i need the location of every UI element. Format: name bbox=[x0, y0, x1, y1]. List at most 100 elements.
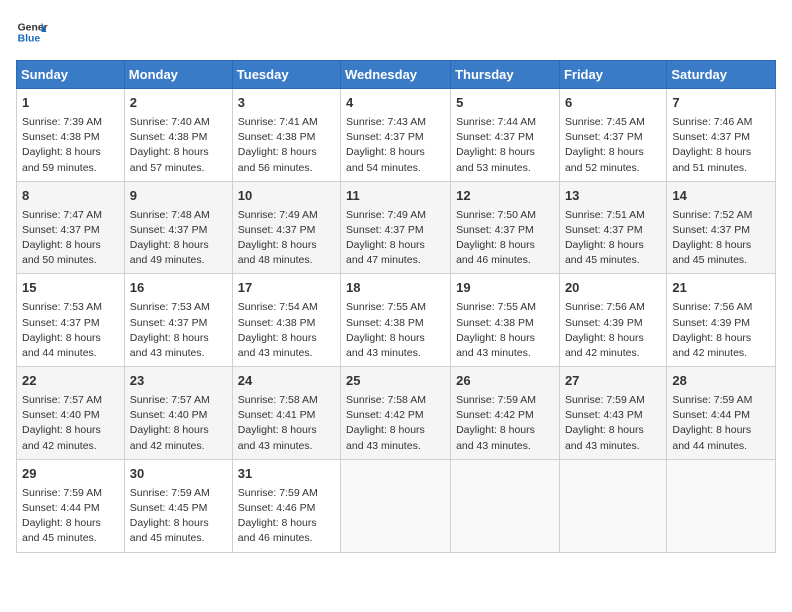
calendar-cell: 28 Sunrise: 7:59 AM Sunset: 4:44 PM Dayligh… bbox=[667, 367, 776, 460]
sunrise: Sunrise: 7:44 AM bbox=[456, 116, 536, 128]
daylight: Daylight: 8 hours and 43 minutes. bbox=[238, 332, 317, 359]
calendar-cell: 25Sunrise: 7:58 AMSunset: 4:42 PMDayligh… bbox=[341, 367, 451, 460]
calendar-cell: 2Sunrise: 7:40 AMSunset: 4:38 PMDaylight… bbox=[124, 89, 232, 182]
daylight: Daylight: 8 hours and 42 minutes. bbox=[22, 424, 101, 451]
sunset: Sunset: 4:43 PM bbox=[565, 409, 643, 421]
calendar-cell: 31Sunrise: 7:59 AMSunset: 4:46 PMDayligh… bbox=[232, 459, 340, 552]
weekday-header-friday: Friday bbox=[559, 61, 666, 89]
sunset: Sunset: 4:41 PM bbox=[238, 409, 316, 421]
calendar-cell: 24Sunrise: 7:58 AMSunset: 4:41 PMDayligh… bbox=[232, 367, 340, 460]
day-number: 11 bbox=[346, 187, 445, 206]
calendar-cell: 8Sunrise: 7:47 AMSunset: 4:37 PMDaylight… bbox=[17, 181, 125, 274]
sunrise: Sunrise: 7:49 AM bbox=[238, 209, 318, 221]
calendar-cell: 4Sunrise: 7:43 AMSunset: 4:37 PMDaylight… bbox=[341, 89, 451, 182]
sunset: Sunset: 4:46 PM bbox=[238, 502, 316, 514]
day-number: 2 bbox=[130, 94, 227, 113]
day-number: 14 bbox=[672, 187, 770, 206]
day-number: 22 bbox=[22, 372, 119, 391]
sunset: Sunset: 4:39 PM bbox=[565, 317, 643, 329]
sunrise: Sunrise: 7:56 AM bbox=[672, 301, 752, 313]
day-number: 9 bbox=[130, 187, 227, 206]
weekday-header-wednesday: Wednesday bbox=[341, 61, 451, 89]
day-number: 19 bbox=[456, 279, 554, 298]
calendar-cell: 30Sunrise: 7:59 AMSunset: 4:45 PMDayligh… bbox=[124, 459, 232, 552]
svg-text:Blue: Blue bbox=[18, 34, 41, 45]
day-number: 4 bbox=[346, 94, 445, 113]
sunset: Sunset: 4:44 PM bbox=[22, 502, 100, 514]
sunrise: Sunrise: 7:50 AM bbox=[456, 209, 536, 221]
calendar-week-3: 15Sunrise: 7:53 AMSunset: 4:37 PMDayligh… bbox=[17, 274, 776, 367]
day-number: 28 bbox=[672, 372, 770, 391]
sunset: Sunset: 4:38 PM bbox=[238, 317, 316, 329]
day-number: 12 bbox=[456, 187, 554, 206]
sunrise: Sunrise: 7:39 AM bbox=[22, 116, 102, 128]
sunrise: Sunrise: 7:59 AM bbox=[238, 487, 318, 499]
calendar-cell bbox=[667, 459, 776, 552]
day-number: 7 bbox=[672, 94, 770, 113]
calendar-cell: 5Sunrise: 7:44 AMSunset: 4:37 PMDaylight… bbox=[451, 89, 560, 182]
daylight: Daylight: 8 hours and 44 minutes. bbox=[672, 424, 751, 451]
sunset: Sunset: 4:38 PM bbox=[238, 131, 316, 143]
daylight: Daylight: 8 hours and 43 minutes. bbox=[346, 332, 425, 359]
weekday-header-sunday: Sunday bbox=[17, 61, 125, 89]
sunset: Sunset: 4:38 PM bbox=[456, 317, 534, 329]
day-number: 1 bbox=[22, 94, 119, 113]
calendar-week-1: 1 Sunrise: 7:39 AM Sunset: 4:38 PM Daylight… bbox=[17, 89, 776, 182]
day-number: 23 bbox=[130, 372, 227, 391]
sunset: Sunset: 4:42 PM bbox=[346, 409, 424, 421]
sunset: Sunset: 4:40 PM bbox=[22, 409, 100, 421]
daylight: Daylight: 8 hours and 45 minutes. bbox=[672, 239, 751, 266]
day-number: 6 bbox=[565, 94, 661, 113]
day-number: 24 bbox=[238, 372, 335, 391]
sunrise: Sunrise: 7:47 AM bbox=[22, 209, 102, 221]
sunrise: Sunrise: 7:45 AM bbox=[565, 116, 645, 128]
sunrise: Sunrise: 7:58 AM bbox=[238, 394, 318, 406]
sunset: Sunset: 4:44 PM bbox=[672, 409, 750, 421]
sunrise: Sunrise: 7:58 AM bbox=[346, 394, 426, 406]
sunset: Sunset: 4:37 PM bbox=[456, 224, 534, 236]
sunrise: Sunrise: 7:51 AM bbox=[565, 209, 645, 221]
daylight: Daylight: 8 hours and 59 minutes. bbox=[22, 146, 101, 173]
calendar-week-2: 8Sunrise: 7:47 AMSunset: 4:37 PMDaylight… bbox=[17, 181, 776, 274]
calendar-table: SundayMondayTuesdayWednesdayThursdayFrid… bbox=[16, 60, 776, 553]
sunset: Sunset: 4:37 PM bbox=[672, 224, 750, 236]
daylight: Daylight: 8 hours and 45 minutes. bbox=[130, 517, 209, 544]
calendar-cell: 14 Sunrise: 7:52 AM Sunset: 4:37 PM Dayligh… bbox=[667, 181, 776, 274]
sunrise: Sunrise: 7:59 AM bbox=[672, 394, 752, 406]
daylight: Daylight: 8 hours and 43 minutes. bbox=[565, 424, 644, 451]
day-number: 20 bbox=[565, 279, 661, 298]
day-number: 16 bbox=[130, 279, 227, 298]
calendar-cell: 29Sunrise: 7:59 AMSunset: 4:44 PMDayligh… bbox=[17, 459, 125, 552]
sunrise: Sunrise: 7:55 AM bbox=[346, 301, 426, 313]
sunrise: Sunrise: 7:59 AM bbox=[130, 487, 210, 499]
sunset: Sunset: 4:37 PM bbox=[130, 317, 208, 329]
sunrise: Sunrise: 7:52 AM bbox=[672, 209, 752, 221]
sunset: Sunset: 4:37 PM bbox=[238, 224, 316, 236]
logo: General Blue bbox=[16, 16, 48, 48]
sunset: Sunset: 4:37 PM bbox=[346, 224, 424, 236]
daylight: Daylight: 8 hours and 42 minutes. bbox=[672, 332, 751, 359]
daylight: Daylight: 8 hours and 43 minutes. bbox=[130, 332, 209, 359]
daylight: Daylight: 8 hours and 46 minutes. bbox=[238, 517, 317, 544]
calendar-cell: 11Sunrise: 7:49 AMSunset: 4:37 PMDayligh… bbox=[341, 181, 451, 274]
page-header: General Blue bbox=[16, 16, 776, 48]
calendar-cell: 19Sunrise: 7:55 AMSunset: 4:38 PMDayligh… bbox=[451, 274, 560, 367]
sunrise: Sunrise: 7:57 AM bbox=[22, 394, 102, 406]
daylight: Daylight: 8 hours and 50 minutes. bbox=[22, 239, 101, 266]
weekday-header-monday: Monday bbox=[124, 61, 232, 89]
calendar-cell bbox=[451, 459, 560, 552]
calendar-cell: 12Sunrise: 7:50 AMSunset: 4:37 PMDayligh… bbox=[451, 181, 560, 274]
daylight: Daylight: 8 hours and 54 minutes. bbox=[346, 146, 425, 173]
sunrise: Sunrise: 7:41 AM bbox=[238, 116, 318, 128]
daylight: Daylight: 8 hours and 43 minutes. bbox=[346, 424, 425, 451]
weekday-header-tuesday: Tuesday bbox=[232, 61, 340, 89]
calendar-cell bbox=[341, 459, 451, 552]
calendar-cell: 13Sunrise: 7:51 AMSunset: 4:37 PMDayligh… bbox=[559, 181, 666, 274]
day-number: 10 bbox=[238, 187, 335, 206]
calendar-cell: 21Sunrise: 7:56 AMSunset: 4:39 PMDayligh… bbox=[667, 274, 776, 367]
sunset: Sunset: 4:42 PM bbox=[456, 409, 534, 421]
day-number: 3 bbox=[238, 94, 335, 113]
daylight: Daylight: 8 hours and 52 minutes. bbox=[565, 146, 644, 173]
day-number: 17 bbox=[238, 279, 335, 298]
sunset: Sunset: 4:38 PM bbox=[130, 131, 208, 143]
